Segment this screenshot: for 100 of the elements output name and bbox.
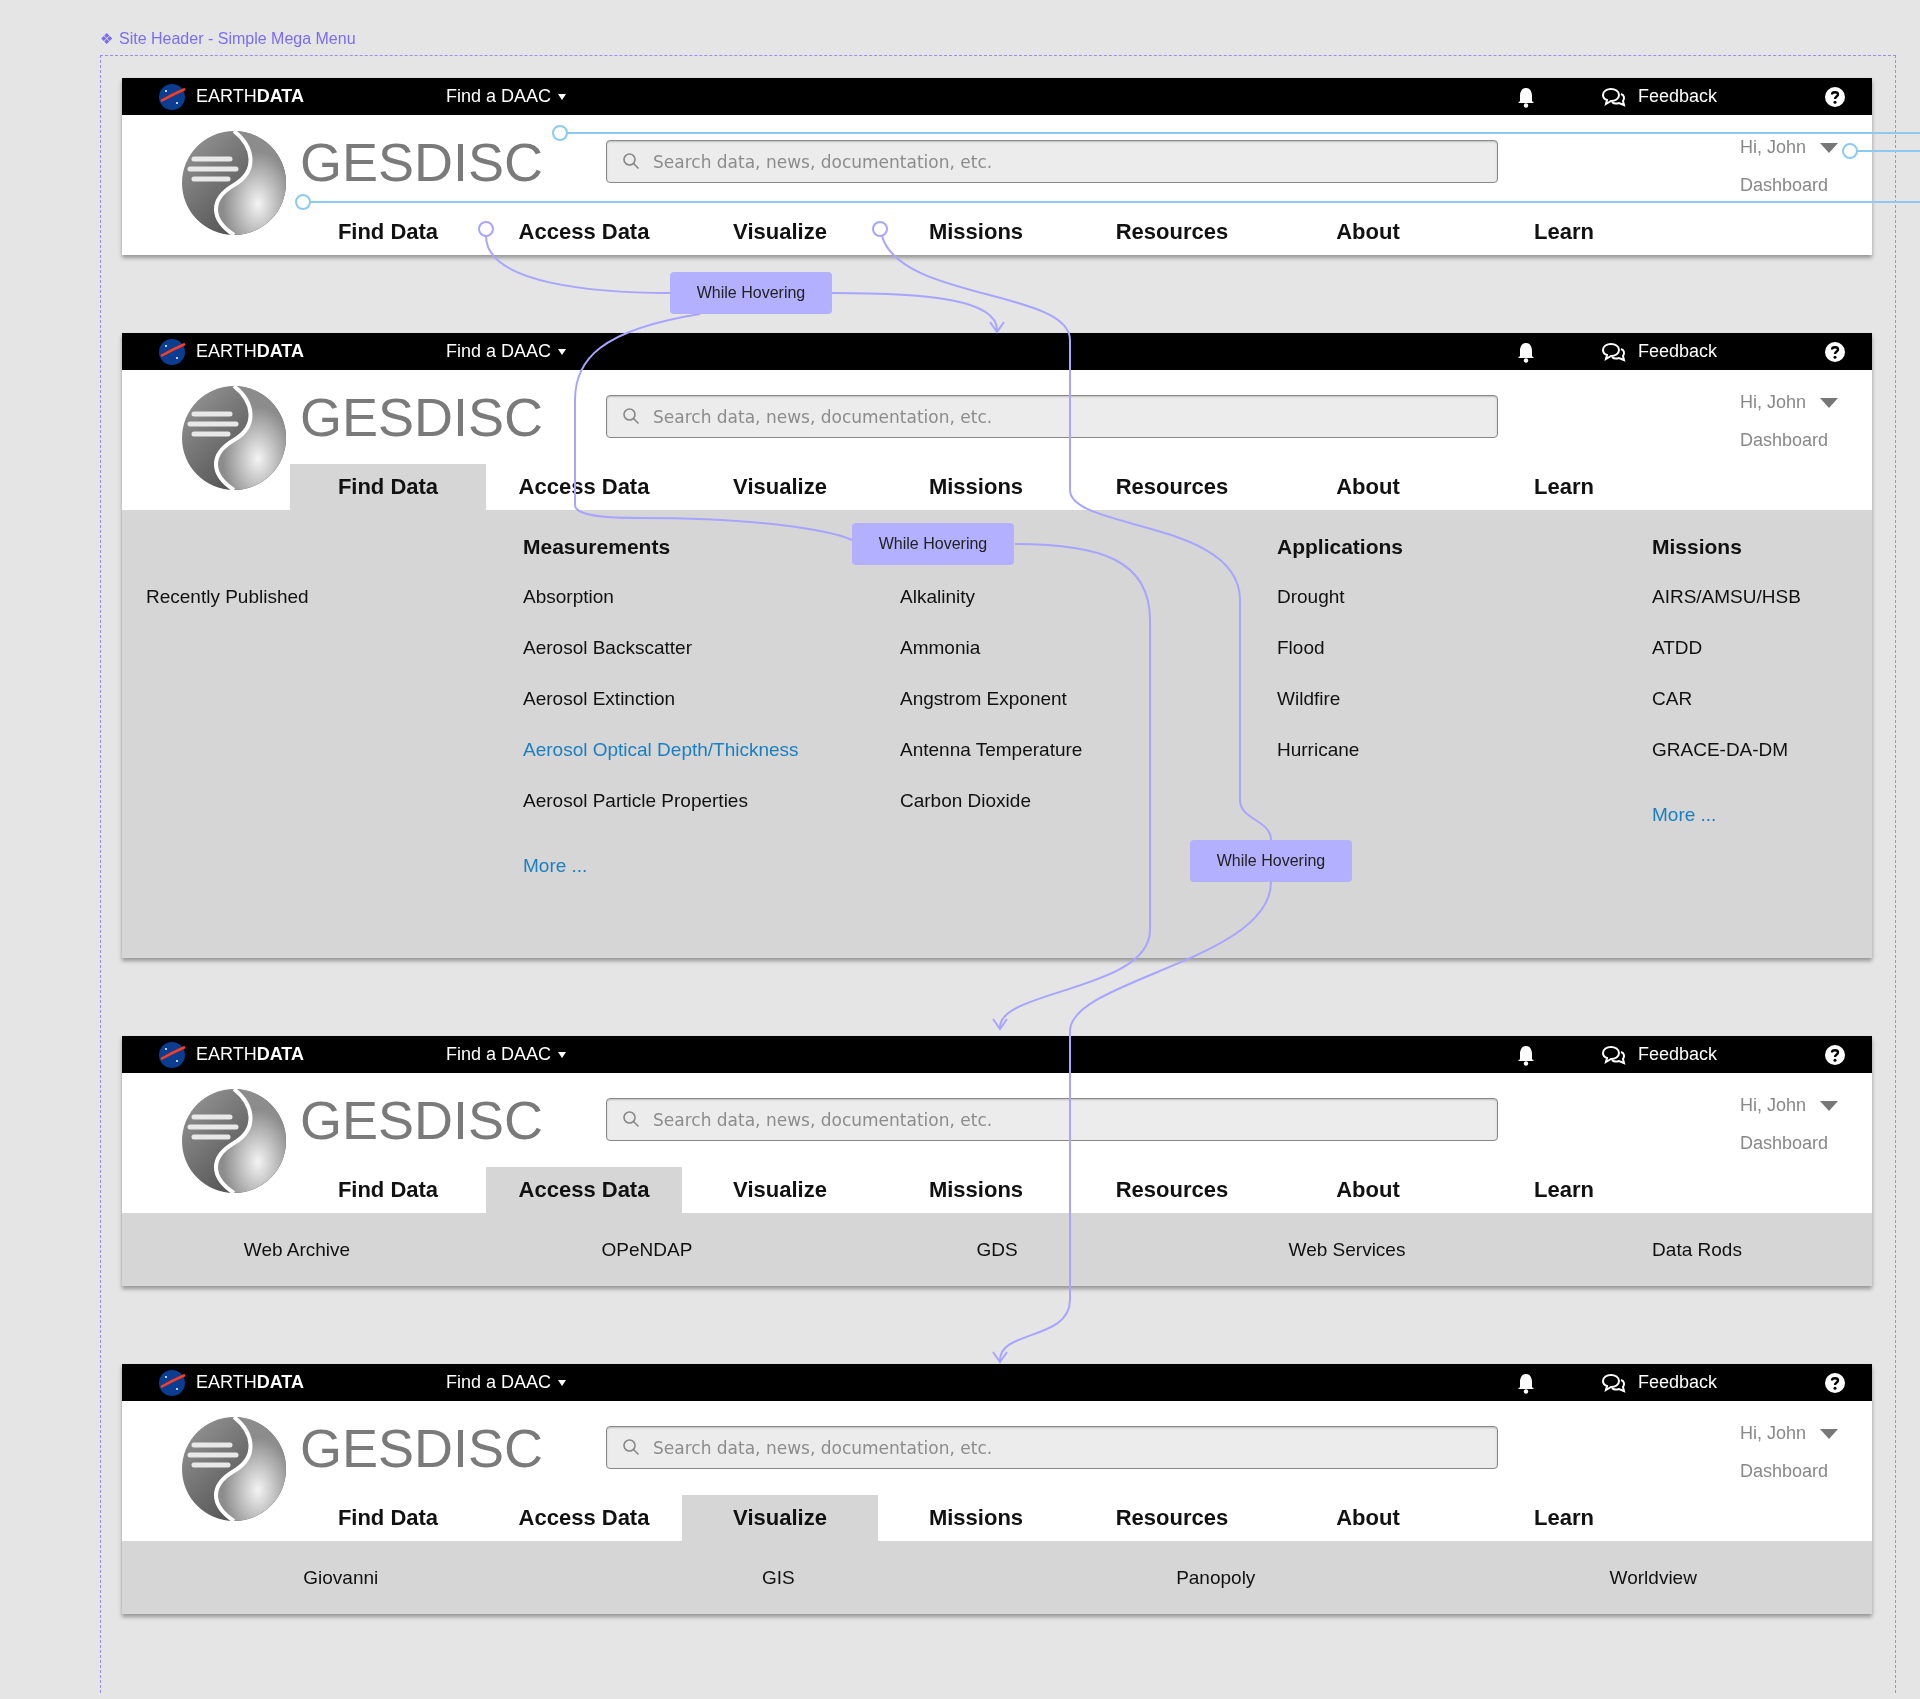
- user-greeting[interactable]: Hi, John: [1740, 1095, 1807, 1116]
- submenu-link[interactable]: GIS: [761, 1541, 795, 1614]
- submenu-link[interactable]: Worldview: [1609, 1541, 1697, 1614]
- caret-icon[interactable]: [1820, 141, 1839, 154]
- menu-link[interactable]: Ammonia: [900, 622, 981, 673]
- brand-name[interactable]: EARTHDATA: [196, 86, 446, 107]
- daac-menu[interactable]: Find a DAAC: [446, 86, 552, 107]
- menu-link[interactable]: Flood: [1277, 622, 1325, 673]
- menu-link[interactable]: CAR: [1652, 673, 1693, 724]
- feedback-link[interactable]: Feedback: [1637, 86, 1717, 107]
- search-field[interactable]: Search data, news, documentation, etc.: [606, 395, 1498, 438]
- menu-link[interactable]: Drought: [1277, 571, 1345, 622]
- search-field[interactable]: Search data, news, documentation, etc.: [606, 140, 1498, 183]
- menu-link[interactable]: ATDD: [1652, 622, 1703, 673]
- nav-tab[interactable]: Resources: [1074, 209, 1270, 255]
- search-field[interactable]: Search data, news, documentation, etc.: [606, 1098, 1498, 1141]
- nav-tab[interactable]: Visualize: [682, 209, 878, 255]
- brand-name[interactable]: EARTHDATA: [196, 341, 446, 362]
- dashboard-link[interactable]: Dashboard: [1740, 430, 1829, 451]
- swirl-logo[interactable]: [180, 129, 288, 237]
- submenu-link[interactable]: OPeNDAP: [601, 1213, 693, 1286]
- submenu-link[interactable]: Web Archive: [243, 1213, 351, 1286]
- dashboard-link[interactable]: Dashboard: [1740, 175, 1829, 196]
- feedback-link[interactable]: Feedback: [1637, 1044, 1717, 1065]
- nav-tab[interactable]: Find Data: [290, 1167, 486, 1213]
- daac-menu[interactable]: Find a DAAC: [446, 1044, 552, 1065]
- round-logo-icon[interactable]: [158, 1040, 186, 1069]
- menu-link[interactable]: AIRS/AMSU/HSB: [1652, 571, 1801, 622]
- nav-tab[interactable]: Access Data: [486, 1167, 682, 1213]
- nav-tab[interactable]: Learn: [1466, 209, 1662, 255]
- menu-link[interactable]: Aerosol Backscatter: [523, 622, 692, 673]
- nav-tab[interactable]: Missions: [878, 464, 1074, 510]
- daac-menu[interactable]: Find a DAAC: [446, 341, 552, 362]
- nav-tab[interactable]: Visualize: [682, 464, 878, 510]
- submenu-link[interactable]: Data Rods: [1652, 1213, 1742, 1286]
- nav-tab[interactable]: Learn: [1466, 464, 1662, 510]
- nav-tab[interactable]: Learn: [1466, 1167, 1662, 1213]
- menu-link[interactable]: Aerosol Particle Properties: [523, 775, 748, 826]
- site-title[interactable]: GESDISC: [300, 135, 606, 189]
- round-logo-icon[interactable]: [158, 82, 186, 111]
- menu-link[interactable]: Wildfire: [1277, 673, 1341, 724]
- nav-tab[interactable]: Missions: [878, 209, 1074, 255]
- nav-tab[interactable]: Missions: [878, 1167, 1074, 1213]
- nav-tab[interactable]: Access Data: [486, 1495, 682, 1541]
- nav-tab[interactable]: Resources: [1074, 1495, 1270, 1541]
- nav-tab[interactable]: Find Data: [290, 209, 486, 255]
- brand-name[interactable]: EARTHDATA: [196, 1044, 446, 1065]
- search-field[interactable]: Search data, news, documentation, etc.: [606, 1426, 1498, 1469]
- chat-icon[interactable]: [1599, 340, 1626, 363]
- help-icon[interactable]: [1824, 340, 1846, 363]
- nav-tab[interactable]: Resources: [1074, 464, 1270, 510]
- user-greeting[interactable]: Hi, John: [1740, 1423, 1807, 1444]
- caret-icon[interactable]: [1820, 1427, 1839, 1440]
- chat-icon[interactable]: [1599, 1043, 1626, 1066]
- menu-link[interactable]: GRACE-DA-DM: [1652, 724, 1789, 775]
- nav-tab[interactable]: About: [1270, 209, 1466, 255]
- nav-tab[interactable]: Visualize: [682, 1167, 878, 1213]
- submenu-link[interactable]: Web Services: [1288, 1213, 1406, 1286]
- menu-link[interactable]: Aerosol Extinction: [523, 673, 676, 724]
- chat-icon[interactable]: [1599, 85, 1626, 108]
- nav-tab[interactable]: Visualize: [682, 1495, 878, 1541]
- nav-tab[interactable]: Learn: [1466, 1495, 1662, 1541]
- feedback-link[interactable]: Feedback: [1637, 341, 1717, 362]
- dashboard-link[interactable]: Dashboard: [1740, 1461, 1829, 1482]
- nav-tab[interactable]: About: [1270, 1495, 1466, 1541]
- site-title[interactable]: GESDISC: [300, 1093, 606, 1147]
- menu-link[interactable]: Carbon Dioxide: [900, 775, 1031, 826]
- dashboard-link[interactable]: Dashboard: [1740, 1133, 1829, 1154]
- site-title[interactable]: GESDISC: [300, 390, 606, 444]
- menu-link[interactable]: Hurricane: [1277, 724, 1360, 775]
- help-icon[interactable]: [1824, 1371, 1846, 1394]
- menu-link[interactable]: Absorption: [523, 571, 614, 622]
- menu-link[interactable]: Recently Published: [146, 571, 309, 622]
- nav-tab[interactable]: Find Data: [290, 464, 486, 510]
- chat-icon[interactable]: [1599, 1371, 1626, 1394]
- help-icon[interactable]: [1824, 85, 1846, 108]
- round-logo-icon[interactable]: [158, 1368, 186, 1397]
- submenu-link[interactable]: Giovanni: [303, 1541, 379, 1614]
- round-logo-icon[interactable]: [158, 337, 186, 366]
- caret-icon[interactable]: [1820, 396, 1839, 409]
- submenu-link[interactable]: GDS: [976, 1213, 1018, 1286]
- swirl-logo[interactable]: [180, 1415, 288, 1523]
- swirl-logo[interactable]: [180, 384, 288, 492]
- menu-link[interactable]: Alkalinity: [900, 571, 975, 622]
- user-greeting[interactable]: Hi, John: [1740, 392, 1807, 413]
- submenu-link[interactable]: Panopoly: [1176, 1541, 1256, 1614]
- nav-tab[interactable]: Find Data: [290, 1495, 486, 1541]
- nav-tab[interactable]: Access Data: [486, 209, 682, 255]
- feedback-link[interactable]: Feedback: [1637, 1372, 1717, 1393]
- nav-tab[interactable]: About: [1270, 464, 1466, 510]
- nav-tab[interactable]: About: [1270, 1167, 1466, 1213]
- user-greeting[interactable]: Hi, John: [1740, 137, 1807, 158]
- nav-tab[interactable]: Missions: [878, 1495, 1074, 1541]
- menu-link[interactable]: Angstrom Exponent: [900, 673, 1067, 724]
- nav-tab[interactable]: Access Data: [486, 464, 682, 510]
- nav-tab[interactable]: Resources: [1074, 1167, 1270, 1213]
- help-icon[interactable]: [1824, 1043, 1846, 1066]
- brand-name[interactable]: EARTHDATA: [196, 1372, 446, 1393]
- site-title[interactable]: GESDISC: [300, 1421, 606, 1475]
- menu-link[interactable]: Antenna Temperature: [900, 724, 1083, 775]
